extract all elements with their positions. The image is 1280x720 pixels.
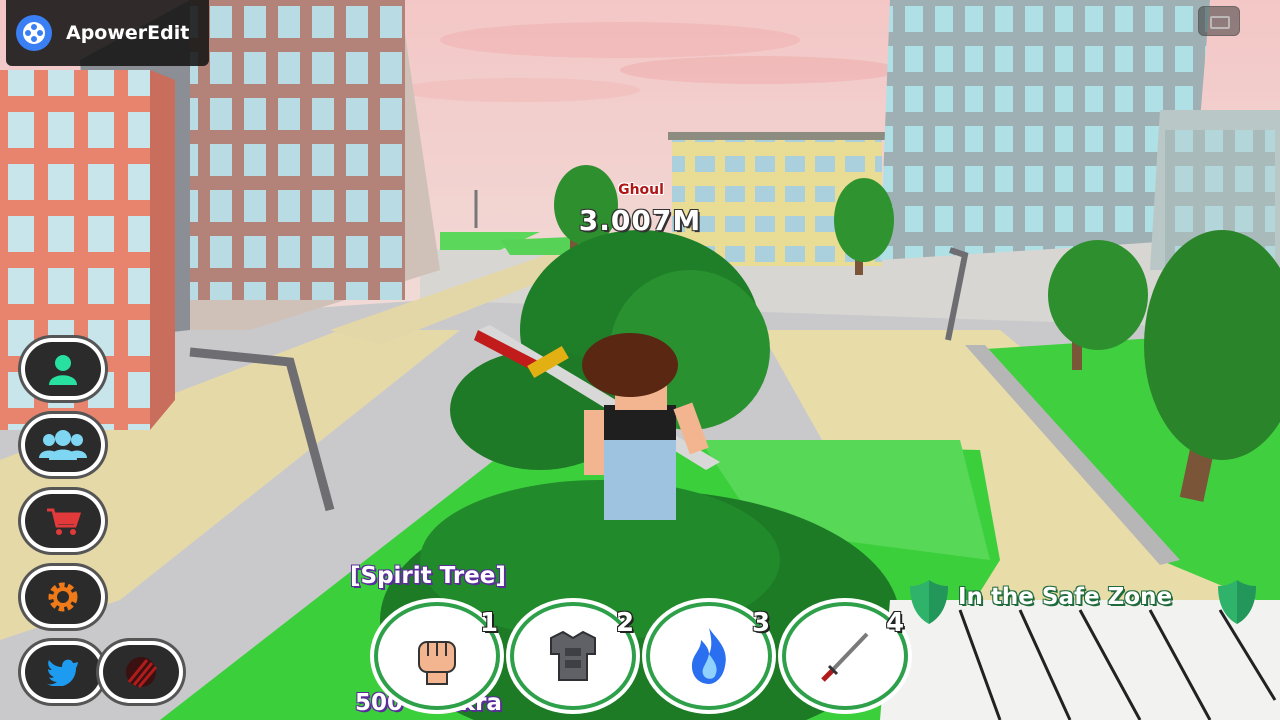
group-icon — [39, 430, 87, 460]
user-icon — [49, 355, 77, 385]
area-label: [Spirit Tree] — [350, 563, 506, 589]
skill-slot-3[interactable] — [650, 606, 768, 706]
fist-icon — [418, 641, 456, 685]
skill-1-number: 1 — [480, 608, 499, 638]
film-reel-icon — [16, 15, 52, 51]
shield-icon — [1218, 580, 1256, 624]
enemy-health: 3.007M — [578, 204, 702, 237]
skill-slot-1[interactable] — [378, 606, 496, 706]
gear-icon — [48, 582, 78, 612]
twitter-button[interactable] — [25, 645, 101, 699]
shop-button[interactable] — [25, 494, 101, 548]
party-button[interactable] — [25, 418, 101, 472]
settings-button[interactable] — [25, 570, 101, 624]
skill-2-number: 2 — [616, 608, 635, 638]
skill-3-number: 3 — [752, 608, 771, 638]
shopping-cart-icon — [47, 508, 81, 535]
sword-icon — [821, 632, 869, 682]
twitter-icon — [47, 659, 78, 686]
roblox-menu-icon[interactable] — [1198, 6, 1240, 36]
enemy-name: Ghoul — [618, 182, 664, 198]
shield-icon — [910, 580, 948, 624]
skill-4-number: 4 — [886, 608, 905, 638]
game-scene[interactable] — [0, 0, 1280, 720]
safe-zone-label: In the Safe Zone — [958, 584, 1173, 610]
apoweredit-watermark: ApowerEdit — [6, 0, 209, 66]
blue-flame-icon — [691, 628, 726, 684]
codes-button[interactable] — [103, 645, 179, 699]
watermark-label: ApowerEdit — [66, 22, 190, 44]
profile-button[interactable] — [25, 342, 101, 396]
armor-icon — [550, 630, 596, 681]
claw-marks-icon — [126, 657, 158, 688]
skill-slot-2[interactable] — [514, 606, 632, 706]
